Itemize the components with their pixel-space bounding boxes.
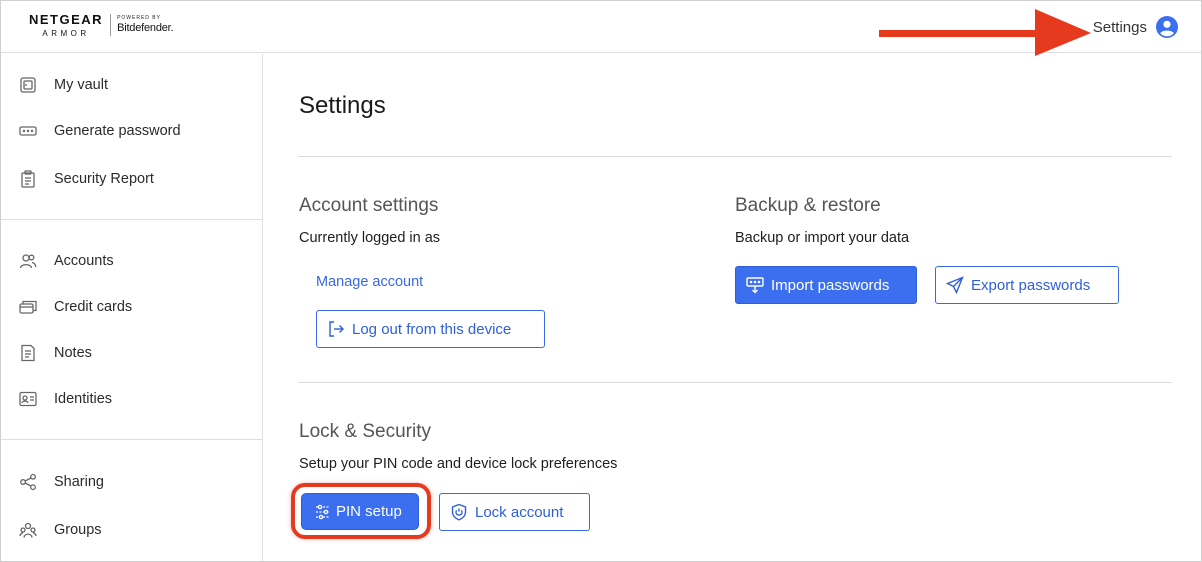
import-passwords-button[interactable]: Import passwords <box>735 266 917 304</box>
logout-icon <box>329 321 344 337</box>
lock-security-title: Lock & Security <box>299 421 431 442</box>
sidebar-item-label: Groups <box>54 522 102 538</box>
sidebar-item-label: Identities <box>54 391 113 407</box>
id-card-icon <box>19 391 37 407</box>
sidebar-item-label: Notes <box>54 345 92 361</box>
pin-setup-label: PIN setup <box>336 503 402 520</box>
note-icon <box>21 344 35 362</box>
logo-divider <box>110 14 112 36</box>
export-passwords-label: Export passwords <box>971 276 1091 294</box>
sidebar-item-my-vault[interactable]: My vault <box>1 65 263 105</box>
sidebar-item-label: Credit cards <box>54 299 133 315</box>
brand-sub: ARMOR <box>42 29 90 38</box>
sidebar-item-label: Accounts <box>54 253 114 269</box>
section-divider <box>298 156 1172 157</box>
sidebar-item-generate-password[interactable]: Generate password <box>1 111 263 151</box>
sidebar-item-sharing[interactable]: Sharing <box>1 462 263 502</box>
manage-account-link[interactable]: Manage account <box>316 274 423 290</box>
shield-icon <box>451 503 467 521</box>
clipboard-icon <box>21 170 35 188</box>
sidebar-item-credit-cards[interactable]: Credit cards <box>1 287 263 327</box>
share-icon <box>20 473 36 491</box>
sidebar: My vault Generate password Security Repo… <box>1 54 263 561</box>
backup-restore-desc: Backup or import your data <box>735 230 910 246</box>
header-settings-label: Settings <box>1092 18 1147 36</box>
users-icon <box>19 254 37 269</box>
credit-card-icon <box>19 300 37 314</box>
brand-name: NETGEAR <box>29 12 104 27</box>
account-settings-desc: Currently logged in as <box>299 230 441 246</box>
partner-name: Bitdefender. <box>117 22 174 34</box>
import-icon <box>746 277 764 294</box>
logout-button-label: Log out from this device <box>352 320 512 338</box>
user-circle-icon <box>1156 16 1178 38</box>
sidebar-item-label: My vault <box>54 77 108 93</box>
section-divider <box>298 382 1172 383</box>
lock-account-label: Lock account <box>475 503 564 521</box>
annotation-arrow-icon <box>879 9 1091 56</box>
sidebar-item-label: Generate password <box>54 123 181 139</box>
sidebar-divider <box>1 439 263 440</box>
sidebar-item-notes[interactable]: Notes <box>1 333 263 373</box>
export-passwords-button[interactable]: Export passwords <box>935 266 1119 304</box>
pin-setup-button[interactable]: PIN setup <box>301 493 419 530</box>
sidebar-item-accounts[interactable]: Accounts <box>1 241 263 281</box>
lock-account-button[interactable]: Lock account <box>439 493 590 531</box>
password-dots-icon <box>19 126 37 136</box>
sliders-icon <box>316 504 330 519</box>
lock-security-desc: Setup your PIN code and device lock pref… <box>299 456 618 472</box>
account-settings-title: Account settings <box>299 195 439 216</box>
netgear-armor-logo: NETGEAR ARMOR POWERED BY Bitdefender. <box>29 13 174 39</box>
send-icon <box>946 276 964 294</box>
sidebar-item-label: Sharing <box>54 474 104 490</box>
vault-icon <box>20 77 36 93</box>
sidebar-item-identities[interactable]: Identities <box>1 379 263 419</box>
backup-restore-title: Backup & restore <box>735 195 881 216</box>
netgear-logo: NETGEAR ARMOR <box>29 13 103 39</box>
groups-icon <box>19 522 37 538</box>
header-settings-button[interactable]: Settings <box>1093 15 1179 39</box>
page-title: Settings <box>299 92 386 119</box>
sidebar-item-groups[interactable]: Groups <box>1 510 263 550</box>
powered-by-label: POWERED BY <box>117 15 161 21</box>
logout-button[interactable]: Log out from this device <box>316 310 545 348</box>
sidebar-item-security-report[interactable]: Security Report <box>1 159 263 199</box>
top-header: NETGEAR ARMOR POWERED BY Bitdefender. Se… <box>1 1 1201 56</box>
import-passwords-label: Import passwords <box>771 276 890 294</box>
sidebar-divider <box>1 219 263 220</box>
sidebar-item-label: Security Report <box>54 171 154 187</box>
bitdefender-logo: POWERED BY Bitdefender. <box>117 13 174 35</box>
main-content: Settings Account settings Currently logg… <box>264 54 1201 561</box>
